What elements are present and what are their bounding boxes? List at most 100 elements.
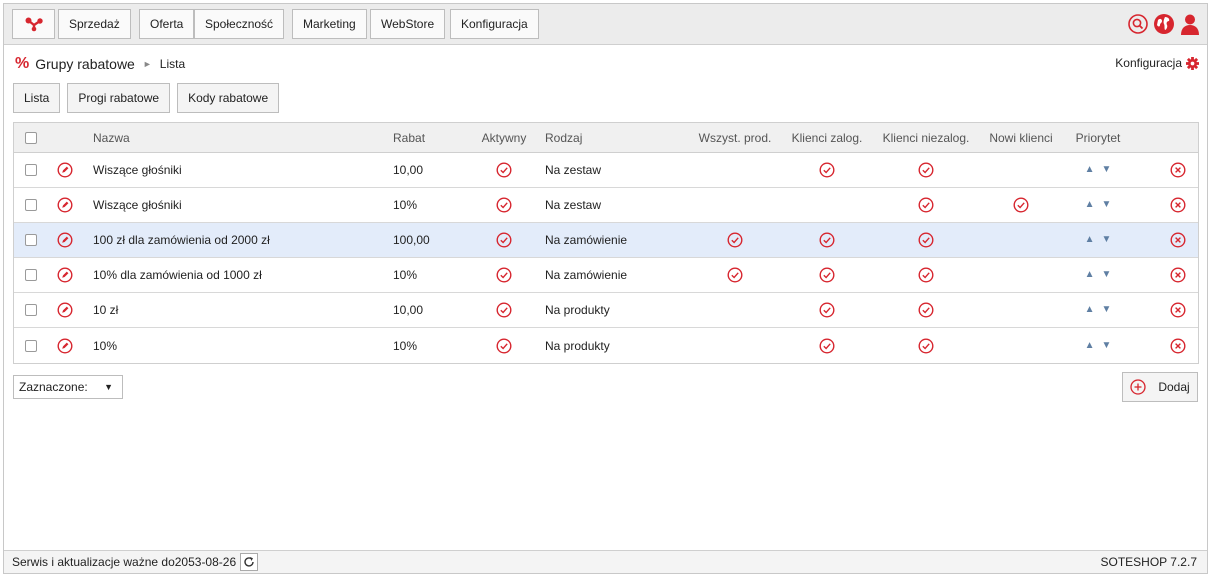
check-circle-icon[interactable] xyxy=(727,267,743,283)
bulk-action-select[interactable]: Zaznaczone: ▼ xyxy=(13,375,123,399)
row-checkbox[interactable] xyxy=(25,304,37,316)
row-name[interactable]: 10 zł xyxy=(93,293,118,327)
check-circle-icon[interactable] xyxy=(1013,197,1029,213)
move-up-icon[interactable]: ▲ xyxy=(1085,200,1095,210)
move-up-icon[interactable]: ▲ xyxy=(1085,165,1095,175)
edit-icon[interactable] xyxy=(57,302,73,318)
check-circle-icon[interactable] xyxy=(819,337,835,354)
check-circle-icon[interactable] xyxy=(918,302,934,318)
home-logo-button[interactable] xyxy=(12,9,55,39)
row-not-logged-cell xyxy=(878,293,974,327)
table-row[interactable]: Wiszące głośniki 10% Na zestaw ▲ ▼ xyxy=(14,188,1198,223)
check-circle-icon[interactable] xyxy=(918,232,934,248)
tab-kody-rabatowe[interactable]: Kody rabatowe xyxy=(177,83,280,113)
page-title[interactable]: Grupy rabatowe xyxy=(35,56,135,72)
check-circle-icon[interactable] xyxy=(918,162,934,178)
move-down-icon[interactable]: ▼ xyxy=(1102,270,1112,280)
row-discount: 10,00 xyxy=(393,163,424,177)
nav-webstore[interactable]: WebStore xyxy=(370,9,446,39)
row-name[interactable]: 10% xyxy=(93,328,117,363)
edit-icon[interactable] xyxy=(57,162,73,178)
move-down-icon[interactable]: ▼ xyxy=(1102,165,1112,175)
move-down-icon[interactable]: ▼ xyxy=(1102,235,1112,245)
row-priority: ▲ ▼ xyxy=(1066,258,1130,292)
edit-icon[interactable] xyxy=(57,197,73,213)
move-down-icon[interactable]: ▼ xyxy=(1102,340,1112,351)
check-circle-icon[interactable] xyxy=(496,197,512,213)
tab-lista[interactable]: Lista xyxy=(13,83,61,113)
app-window: Sprzedaż Oferta Społeczność Marketing We… xyxy=(3,3,1208,574)
delete-icon[interactable] xyxy=(1170,302,1186,318)
nav-marketing[interactable]: Marketing xyxy=(292,9,367,39)
search-icon[interactable] xyxy=(1127,13,1149,35)
table-row[interactable]: Wiszące głośniki 10,00 Na zestaw ▲ ▼ xyxy=(14,153,1198,188)
check-circle-icon[interactable] xyxy=(918,267,934,283)
nav-oferta[interactable]: Oferta xyxy=(139,9,195,39)
check-circle-icon[interactable] xyxy=(819,162,835,178)
check-circle-icon[interactable] xyxy=(918,197,934,213)
row-name[interactable]: Wiszące głośniki xyxy=(93,188,182,222)
select-all-checkbox[interactable] xyxy=(25,131,37,144)
row-checkbox[interactable] xyxy=(25,164,37,176)
nav-sprzedaz[interactable]: Sprzedaż xyxy=(58,9,131,39)
edit-icon[interactable] xyxy=(57,337,73,354)
row-name[interactable]: 100 zł dla zamówienia od 2000 zł xyxy=(93,223,270,257)
nav-konfiguracja[interactable]: Konfiguracja xyxy=(450,9,539,39)
nav-spolecznosc[interactable]: Społeczność xyxy=(194,9,285,39)
row-checkbox-cell xyxy=(25,223,37,257)
col-header-not-logged[interactable]: Klienci niezalog. xyxy=(878,123,974,152)
row-all-products-cell xyxy=(694,153,776,187)
add-button[interactable]: Dodaj xyxy=(1122,372,1198,402)
row-name[interactable]: Wiszące głośniki xyxy=(93,153,182,187)
delete-icon[interactable] xyxy=(1170,162,1186,178)
check-circle-icon[interactable] xyxy=(918,337,934,354)
move-down-icon[interactable]: ▼ xyxy=(1102,305,1112,315)
globe-icon[interactable] xyxy=(1153,13,1175,35)
delete-icon[interactable] xyxy=(1170,197,1186,213)
check-circle-icon[interactable] xyxy=(496,162,512,178)
move-up-icon[interactable]: ▲ xyxy=(1085,235,1095,245)
check-circle-icon[interactable] xyxy=(496,302,512,318)
move-down-icon[interactable]: ▼ xyxy=(1102,200,1112,210)
table-row[interactable]: 10 zł 10,00 Na produkty ▲ ▼ xyxy=(14,293,1198,328)
col-header-active[interactable]: Aktywny xyxy=(469,123,539,152)
move-up-icon[interactable]: ▲ xyxy=(1085,340,1095,351)
move-up-icon[interactable]: ▲ xyxy=(1085,305,1095,315)
bulk-action-label: Zaznaczone: xyxy=(19,380,88,394)
col-header-all-products[interactable]: Wszyst. prod. xyxy=(694,123,776,152)
check-circle-icon[interactable] xyxy=(496,267,512,283)
row-name[interactable]: 10% dla zamówienia od 1000 zł xyxy=(93,258,262,292)
move-up-icon[interactable]: ▲ xyxy=(1085,270,1095,280)
col-header-name[interactable]: Nazwa xyxy=(93,123,130,152)
check-circle-icon[interactable] xyxy=(496,337,512,354)
delete-icon[interactable] xyxy=(1170,267,1186,283)
edit-icon[interactable] xyxy=(57,267,73,283)
check-circle-icon[interactable] xyxy=(819,302,835,318)
edit-icon[interactable] xyxy=(57,232,73,248)
table-row[interactable]: 10% 10% Na produkty ▲ ▼ xyxy=(14,328,1198,363)
row-logged-cell xyxy=(786,258,868,292)
check-circle-icon[interactable] xyxy=(727,232,743,248)
row-type: Na produkty xyxy=(545,338,610,353)
delete-icon[interactable] xyxy=(1170,232,1186,248)
delete-icon[interactable] xyxy=(1170,337,1186,354)
config-link[interactable]: Konfiguracja xyxy=(1115,56,1199,70)
row-checkbox[interactable] xyxy=(25,234,37,246)
table-row[interactable]: 10% dla zamówienia od 1000 zł 10% Na zamów… xyxy=(14,258,1198,293)
table-row[interactable]: 100 zł dla zamówienia od 2000 zł 100,00 Na… xyxy=(14,223,1198,258)
user-icon[interactable] xyxy=(1179,13,1201,35)
row-delete-cell xyxy=(1170,153,1186,187)
col-header-new-clients[interactable]: Nowi klienci xyxy=(984,123,1058,152)
col-header-type[interactable]: Rodzaj xyxy=(545,123,582,152)
row-checkbox[interactable] xyxy=(25,199,37,211)
check-circle-icon[interactable] xyxy=(819,267,835,283)
col-header-discount[interactable]: Rabat xyxy=(393,123,425,152)
row-checkbox[interactable] xyxy=(25,269,37,281)
check-circle-icon[interactable] xyxy=(496,232,512,248)
tab-progi-rabatowe[interactable]: Progi rabatowe xyxy=(67,83,171,113)
col-header-priority[interactable]: Priorytet xyxy=(1066,123,1130,152)
col-header-logged[interactable]: Klienci zalog. xyxy=(786,123,868,152)
check-circle-icon[interactable] xyxy=(819,232,835,248)
refresh-button[interactable] xyxy=(240,553,259,571)
row-checkbox[interactable] xyxy=(25,339,37,352)
